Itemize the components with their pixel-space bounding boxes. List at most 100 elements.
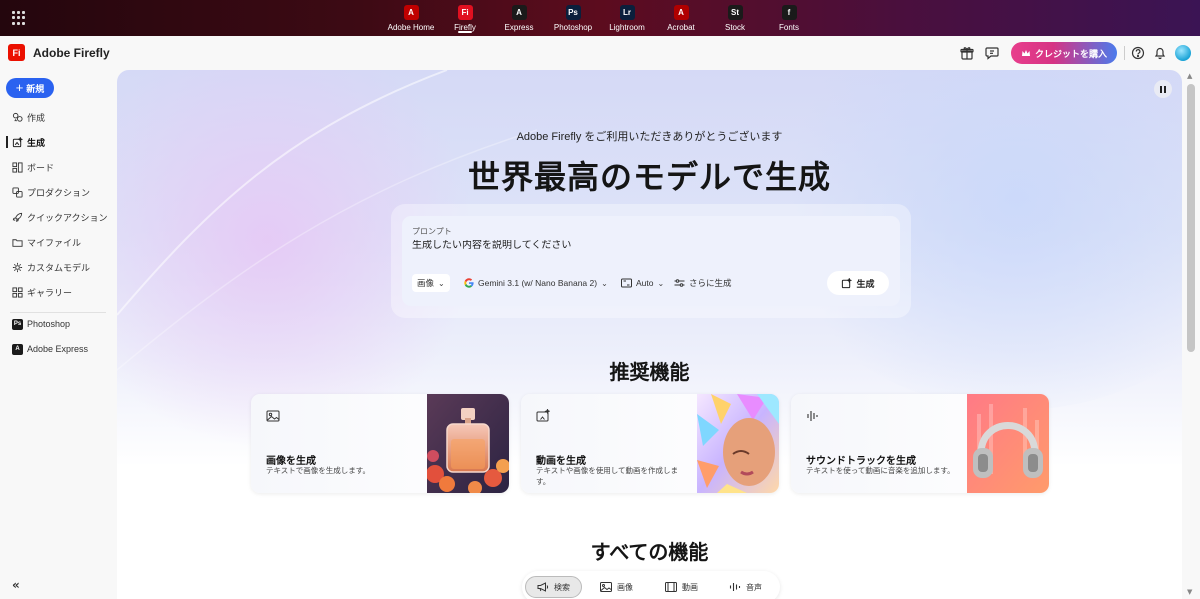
sidebar-item-production[interactable]: プロダクション <box>0 181 117 203</box>
tab-video[interactable]: 動画 <box>654 576 709 598</box>
tab-audio[interactable]: 音声 <box>718 576 773 598</box>
app-lightroom[interactable]: Lr Lightroom <box>600 0 654 36</box>
scrollbar[interactable]: ▲ ▼ <box>1182 70 1200 599</box>
sidebar-item-create[interactable]: 作成 <box>0 106 117 128</box>
board-icon <box>12 161 23 173</box>
sidebar: + 新規 作成 生成 ボード プロダクション クイックアクション マイファイル … <box>0 70 117 599</box>
image-icon <box>600 582 612 592</box>
scroll-up-icon[interactable]: ▲ <box>1187 72 1192 80</box>
prompt-card: プロンプト 画像 ⌄ Gemini 3.1 (w/ Nano Banana 2)… <box>402 216 900 306</box>
sidebar-item-label: 生成 <box>27 137 46 148</box>
bell-icon[interactable] <box>1153 46 1167 60</box>
app-label: Firefly <box>454 23 476 32</box>
tab-label: 検索 <box>554 582 570 592</box>
folder-icon <box>12 238 23 247</box>
help-icon[interactable] <box>1131 46 1145 60</box>
header: Fi Adobe Firefly クレジットを購入 <box>0 36 1200 70</box>
sidebar-item-label: ボード <box>27 162 55 173</box>
plus-icon: + <box>15 80 24 95</box>
photoshop-logo-icon: Ps <box>565 5 581 20</box>
audio-wave-icon <box>807 411 818 421</box>
crystal-face-image <box>697 394 779 493</box>
app-firefly[interactable]: Fi Firefly <box>438 0 492 36</box>
firefly-logo-icon: Fi <box>8 44 25 61</box>
pause-animation-button[interactable] <box>1154 80 1172 98</box>
buy-credits-button[interactable]: クレジットを購入 <box>1011 42 1117 64</box>
app-adobe-home[interactable]: A Adobe Home <box>384 0 438 36</box>
custom-model-icon <box>12 262 23 272</box>
app-fonts[interactable]: f Fonts <box>762 0 816 36</box>
aspect-ratio-dropdown[interactable]: Auto ⌄ <box>621 274 664 292</box>
prompt-panel: プロンプト 画像 ⌄ Gemini 3.1 (w/ Nano Banana 2)… <box>391 204 911 318</box>
sidebar-item-gallery[interactable]: ギャラリー <box>0 281 117 303</box>
feature-card-generate-soundtrack[interactable]: サウンドトラックを生成 テキストを使って動画に音楽を追加します。 <box>791 394 1049 493</box>
app-stock[interactable]: St Stock <box>708 0 762 36</box>
sidebar-item-board[interactable]: ボード <box>0 156 117 178</box>
sidebar-item-my-files[interactable]: マイファイル <box>0 231 117 253</box>
scrollbar-thumb[interactable] <box>1187 84 1195 352</box>
sidebar-item-label: カスタムモデル <box>27 262 91 273</box>
sidebar-item-label: 作成 <box>27 112 46 123</box>
production-icon <box>12 186 23 198</box>
app-express[interactable]: A Express <box>492 0 546 36</box>
more-settings-button[interactable]: さらに生成 <box>674 274 732 292</box>
tab-search[interactable]: 検索 <box>525 576 582 598</box>
generate-icon <box>842 277 853 288</box>
app-label: Photoshop <box>553 23 593 32</box>
app-grid-icon[interactable] <box>11 10 27 26</box>
new-button-label: 新規 <box>26 83 45 94</box>
feature-title: 動画を生成 <box>536 456 586 467</box>
app-label: Lightroom <box>609 23 645 32</box>
aspect-ratio-label: Auto <box>636 278 654 288</box>
chevron-down-icon: ⌄ <box>601 278 608 288</box>
prompt-label: プロンプト <box>412 227 452 236</box>
welcome-text: Adobe Firefly をご利用いただきありがとうございます <box>516 131 783 143</box>
scroll-down-icon[interactable]: ▼ <box>1187 588 1192 596</box>
new-button[interactable]: + 新規 <box>6 78 54 98</box>
feature-description: テキストや画像を使用して動画を作成します。 <box>536 466 679 486</box>
feature-description: テキストで画像を生成します。 <box>266 466 371 475</box>
feature-card-generate-video[interactable]: 動画を生成 テキストや画像を使用して動画を作成します。 <box>521 394 779 493</box>
avatar[interactable] <box>1175 45 1191 61</box>
output-type-label: 画像 <box>417 278 435 288</box>
app-label: Stock <box>724 23 745 32</box>
perfume-bottle-image <box>427 394 509 493</box>
acrobat-logo-icon: A <box>673 5 689 20</box>
chat-icon[interactable] <box>985 46 999 60</box>
feature-card-generate-image[interactable]: 画像を生成 テキストで画像を生成します。 <box>251 394 509 493</box>
sidebar-item-custom-models[interactable]: カスタムモデル <box>0 256 117 278</box>
sidebar-item-adobe-express[interactable]: A Adobe Express <box>0 338 117 360</box>
sidebar-item-photoshop[interactable]: Ps Photoshop <box>0 313 117 335</box>
model-dropdown[interactable]: Gemini 3.1 (w/ Nano Banana 2) ⌄ <box>464 274 608 292</box>
feature-tabs: 検索 画像 動画 音声 <box>522 571 780 599</box>
output-type-dropdown[interactable]: 画像 ⌄ <box>412 274 450 292</box>
sidebar-item-label: クイックアクション <box>27 212 108 223</box>
sidebar-item-label: Photoshop <box>27 319 71 329</box>
more-settings-label: さらに生成 <box>689 278 732 288</box>
all-features-section-title: すべての機能 <box>590 540 709 564</box>
aspect-ratio-icon <box>621 278 632 288</box>
generate-button[interactable]: 生成 <box>827 271 889 295</box>
sidebar-item-generate[interactable]: 生成 <box>0 131 117 153</box>
prompt-input[interactable] <box>412 240 882 251</box>
feature-title: 画像を生成 <box>266 456 316 467</box>
sliders-icon <box>674 279 685 287</box>
stock-logo-icon: St <box>727 5 743 20</box>
buy-credits-label: クレジットを購入 <box>1034 48 1107 59</box>
sidebar-item-label: ギャラリー <box>27 287 73 298</box>
tab-image[interactable]: 画像 <box>589 576 644 598</box>
gift-icon[interactable] <box>960 46 974 60</box>
app-photoshop[interactable]: Ps Photoshop <box>546 0 600 36</box>
adobe-logo-icon: A <box>403 5 419 20</box>
brand[interactable]: Fi Adobe Firefly <box>8 44 110 61</box>
sparkle-icon <box>12 112 23 122</box>
app-acrobat[interactable]: A Acrobat <box>654 0 708 36</box>
lightroom-logo-icon: Lr <box>619 5 635 20</box>
generate-button-label: 生成 <box>856 278 875 289</box>
collapse-sidebar-icon[interactable]: « <box>12 578 20 592</box>
sidebar-item-quick-actions[interactable]: クイックアクション <box>0 206 117 228</box>
headphones-image <box>967 394 1049 493</box>
express-logo-icon: A <box>511 5 527 20</box>
chevron-down-icon: ⌄ <box>438 278 445 288</box>
app-label: Fonts <box>778 23 799 32</box>
